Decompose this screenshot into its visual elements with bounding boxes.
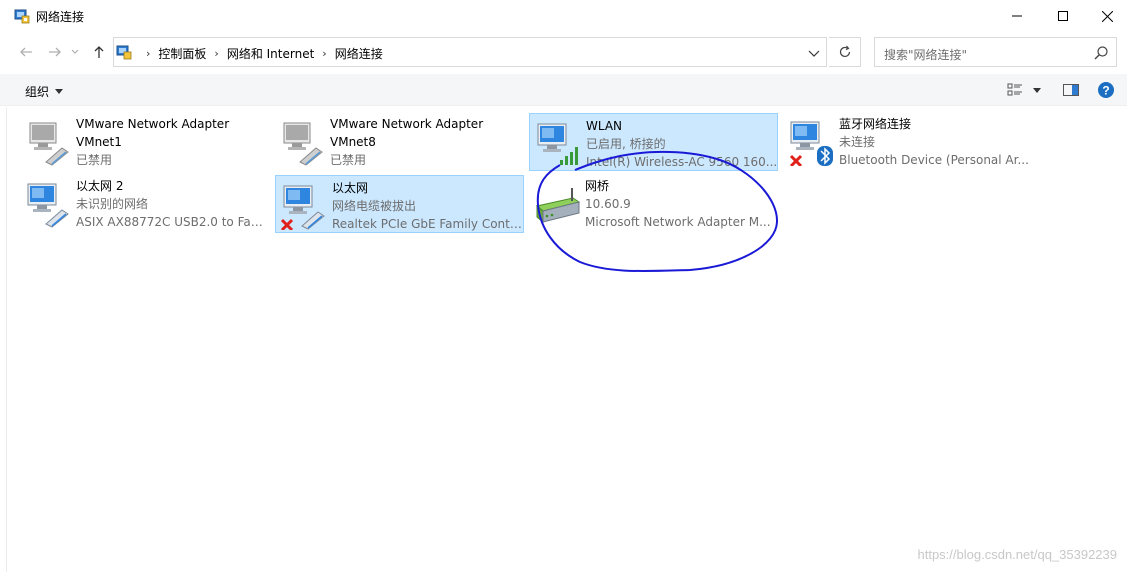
connection-status: VMnet8: [330, 135, 376, 149]
svg-text:?: ?: [1102, 84, 1109, 98]
ethernet-adapter-icon: [283, 122, 323, 166]
connection-name: VMware Network Adapter: [330, 117, 484, 131]
list-item-bluetooth[interactable]: 蓝牙网络连接 未连接 Bluetooth Device (Personal Ar…: [783, 112, 1033, 170]
wifi-adapter-icon: [537, 123, 578, 165]
window-title: 网络连接: [36, 10, 85, 24]
connection-status: 未连接: [839, 135, 876, 149]
connection-name: 以太网: [332, 181, 369, 195]
help-icon: ?: [1098, 82, 1114, 98]
breadcrumb-network-internet[interactable]: 网络和 Internet: [227, 45, 314, 62]
minimize-icon: [1012, 15, 1022, 17]
search-input[interactable]: 搜索"网络连接": [874, 37, 1117, 67]
list-item[interactable]: VMware Network Adapter VMnet1 已禁用: [20, 112, 270, 170]
breadcrumb: › 控制面板 › 网络和 Internet › 网络连接: [138, 45, 383, 62]
watermark: https://blog.csdn.net/qq_35392239: [917, 547, 1118, 562]
network-bridge-icon: [535, 188, 581, 224]
breadcrumb-network-connections[interactable]: 网络连接: [335, 45, 383, 62]
ethernet-adapter-icon: [280, 185, 325, 230]
chevron-down-icon: [71, 49, 79, 54]
connection-status: 未识别的网络: [76, 197, 149, 211]
address-bar[interactable]: › 控制面板 › 网络和 Internet › 网络连接: [113, 37, 827, 67]
forward-button[interactable]: [45, 42, 65, 62]
up-arrow-icon: [94, 46, 104, 58]
ethernet-adapter-icon: [27, 183, 69, 228]
search-placeholder: 搜索"网络连接": [884, 48, 968, 62]
help-button[interactable]: ?: [1095, 81, 1117, 99]
forward-arrow-icon: [49, 47, 61, 57]
list-item[interactable]: VMware Network Adapter VMnet8 已禁用: [274, 112, 524, 170]
maximize-button[interactable]: [1040, 0, 1086, 32]
connections-list: VMware Network Adapter VMnet1 已禁用 VMware…: [0, 107, 1127, 572]
ethernet-adapter-icon: [29, 122, 69, 166]
maximize-icon: [1058, 11, 1068, 21]
close-button[interactable]: [1084, 0, 1127, 32]
connection-status: VMnet1: [76, 135, 122, 149]
breadcrumb-separator-icon[interactable]: ›: [322, 47, 326, 60]
list-item-network-bridge[interactable]: 网桥 10.60.9 Microsoft Network Adapter M..…: [529, 174, 779, 232]
back-arrow-icon: [20, 47, 32, 57]
organize-menu-button[interactable]: 组织: [25, 83, 64, 100]
connection-status: 10.60.9: [585, 197, 631, 211]
connection-device: 已禁用: [330, 153, 367, 167]
breadcrumb-separator-icon[interactable]: ›: [214, 47, 218, 60]
address-row: › 控制面板 › 网络和 Internet › 网络连接 搜索"网络连接": [0, 34, 1127, 70]
dropdown-triangle-icon: [1033, 87, 1041, 93]
connection-name: 蓝牙网络连接: [839, 117, 912, 131]
recent-locations-button[interactable]: [69, 42, 81, 62]
title-bar: 网络连接: [0, 0, 1127, 32]
network-connections-icon: [14, 9, 30, 24]
connection-device: Realtek PCIe GbE Family Contr...: [332, 217, 524, 231]
minimize-button[interactable]: [994, 0, 1040, 32]
back-button[interactable]: [16, 42, 36, 62]
connection-device: 已禁用: [76, 153, 113, 167]
search-icon[interactable]: [1093, 45, 1109, 61]
preview-pane-icon: [1063, 84, 1079, 96]
connection-name: WLAN: [586, 119, 623, 133]
connection-name: VMware Network Adapter: [76, 117, 230, 131]
close-icon: [1101, 10, 1113, 22]
command-bar: 组织 ?: [0, 74, 1127, 106]
connection-status: 网络电缆被拔出: [332, 199, 417, 213]
view-options-button[interactable]: [1004, 81, 1044, 99]
refresh-button[interactable]: [829, 37, 861, 67]
control-panel-icon: [116, 45, 132, 60]
up-button[interactable]: [89, 42, 109, 62]
list-item-ethernet-2[interactable]: 以太网 2 未识别的网络 ASIX AX88772C USB2.0 to Fas…: [20, 174, 270, 232]
dropdown-triangle-icon: [55, 89, 64, 94]
organize-label: 组织: [25, 85, 50, 99]
view-tiles-icon: [1007, 83, 1022, 96]
connection-device: Intel(R) Wireless-AC 9560 160...: [586, 155, 778, 169]
address-dropdown-icon[interactable]: [806, 45, 822, 61]
breadcrumb-separator-icon[interactable]: ›: [146, 47, 150, 60]
refresh-icon: [839, 45, 850, 58]
connection-name: 以太网 2: [76, 179, 124, 193]
connection-status: 已启用, 桥接的: [586, 137, 666, 151]
connection-name: 网桥: [585, 179, 610, 193]
bluetooth-adapter-icon: [789, 121, 833, 166]
list-item-wlan[interactable]: WLAN 已启用, 桥接的 Intel(R) Wireless-AC 9560 …: [529, 113, 778, 171]
breadcrumb-control-panel[interactable]: 控制面板: [158, 45, 206, 62]
preview-pane-button[interactable]: [1060, 81, 1082, 99]
list-item-ethernet[interactable]: 以太网 网络电缆被拔出 Realtek PCIe GbE Family Cont…: [275, 175, 524, 233]
connection-device: ASIX AX88772C USB2.0 to Fast...: [76, 215, 268, 229]
connection-device: Microsoft Network Adapter M...: [585, 215, 771, 229]
connection-device: Bluetooth Device (Personal Ar...: [839, 153, 1029, 167]
